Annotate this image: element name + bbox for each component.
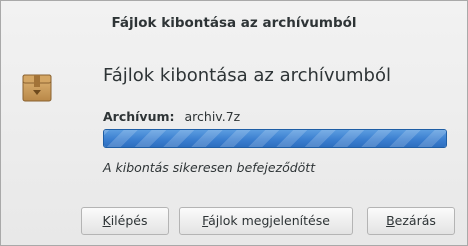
extract-dialog-window: Fájlok kibontása az archívumból Fájlok k… [0,0,468,246]
dialog-heading: Fájlok kibontása az archívumból [103,65,391,86]
quit-button[interactable]: Kilépés [81,207,169,235]
quit-button-label: ilépés [110,213,148,228]
archive-label: Archívum: [103,109,175,124]
progress-bar [103,129,447,148]
show-files-button-label: ájlok megjelenítése [208,213,330,228]
close-button[interactable]: Bezárás [367,207,455,235]
archive-info: Archívum: archiv.7z [103,109,240,124]
close-button-label: ezárás [394,213,436,228]
close-button-mnemonic: B [386,213,395,228]
progress-bar-fill [104,130,446,147]
button-bar: Kilépés Fájlok megjelenítése Bezárás [1,207,467,237]
window-title: Fájlok kibontása az archívumból [111,15,357,31]
quit-button-mnemonic: K [102,213,111,228]
status-text: A kibontás sikeresen befejeződött [103,160,316,175]
archive-box-icon [22,74,52,102]
show-files-button[interactable]: Fájlok megjelenítése [179,207,353,235]
archive-filename: archiv.7z [184,109,241,124]
